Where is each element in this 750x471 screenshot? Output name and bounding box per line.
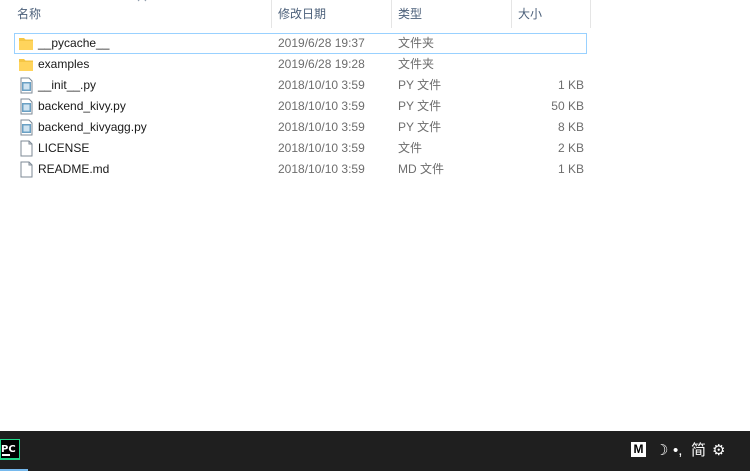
punctuation-icon[interactable]: •,	[673, 440, 682, 462]
taskbar: PC M ☽ •, 简 ⚙	[0, 431, 750, 471]
gear-icon[interactable]: ⚙	[712, 440, 725, 462]
file-name: __init__.py	[38, 78, 97, 92]
file-date: 2018/10/10 3:59	[278, 78, 365, 92]
ime-simplified-icon[interactable]: 简	[691, 440, 706, 462]
file-name: backend_kivy.py	[38, 99, 126, 113]
pycharm-app-icon[interactable]: PC	[0, 439, 20, 469]
column-header-size-label: 大小	[518, 7, 543, 21]
file-date: 2018/10/10 3:59	[278, 162, 365, 176]
column-header-size[interactable]: 大小	[511, 0, 591, 28]
python-file-icon	[18, 98, 34, 115]
file-name: backend_kivyagg.py	[38, 120, 147, 134]
python-file-icon	[18, 119, 34, 136]
column-header-name[interactable]: 名称	[0, 0, 271, 28]
file-row[interactable]: __pycache__ 2019/6/28 19:37 文件夹	[14, 33, 587, 54]
column-header-type-label: 类型	[398, 7, 423, 21]
file-type: 文件夹	[398, 57, 435, 71]
file-row[interactable]: backend_kivyagg.py 2018/10/10 3:59 PY 文件 8 …	[14, 117, 587, 138]
column-header-type[interactable]: 类型	[391, 0, 511, 28]
file-name: README.md	[38, 162, 110, 176]
file-size: 2 KB	[557, 141, 584, 155]
input-mode-m-icon[interactable]: M	[631, 442, 646, 457]
column-header-date-label: 修改日期	[278, 7, 327, 21]
column-header-name-label: 名称	[17, 7, 42, 21]
file-size: 1 KB	[557, 78, 584, 92]
file-name: LICENSE	[38, 141, 90, 155]
file-type: PY 文件	[398, 78, 442, 92]
folder-icon	[18, 35, 34, 52]
file-date: 2018/10/10 3:59	[278, 141, 365, 155]
file-size: 50 KB	[551, 99, 584, 113]
file-type: PY 文件	[398, 99, 442, 113]
file-size: 1 KB	[557, 162, 584, 176]
file-name: __pycache__	[38, 36, 110, 50]
pycharm-app-label: PC	[1, 444, 16, 455]
file-row[interactable]: LICENSE 2018/10/10 3:59 文件 2 KB	[14, 138, 587, 159]
file-row[interactable]: backend_kivy.py 2018/10/10 3:59 PY 文件 50 KB	[14, 96, 587, 117]
file-date: 2019/6/28 19:28	[278, 57, 365, 71]
file-date: 2018/10/10 3:59	[278, 99, 365, 113]
file-date: 2019/6/28 19:37	[278, 36, 365, 50]
file-icon	[18, 161, 34, 178]
file-row[interactable]: examples 2019/6/28 19:28 文件夹	[14, 54, 587, 75]
column-header-bar: 名称 修改日期 类型 大小	[0, 0, 750, 28]
file-row[interactable]: __init__.py 2018/10/10 3:59 PY 文件 1 KB	[14, 75, 587, 96]
column-header-date[interactable]: 修改日期	[271, 0, 391, 28]
file-type: 文件夹	[398, 36, 435, 50]
file-type: MD 文件	[398, 162, 444, 176]
folder-icon	[18, 56, 34, 73]
file-row[interactable]: README.md 2018/10/10 3:59 MD 文件 1 KB	[14, 159, 587, 180]
file-name: examples	[38, 57, 90, 71]
sort-ascending-icon	[137, 0, 147, 2]
file-type: PY 文件	[398, 120, 442, 134]
file-date: 2018/10/10 3:59	[278, 120, 365, 134]
moon-icon[interactable]: ☽	[655, 440, 668, 462]
file-type: 文件	[398, 141, 423, 155]
python-file-icon	[18, 77, 34, 94]
file-icon	[18, 140, 34, 157]
file-size: 8 KB	[557, 120, 584, 134]
